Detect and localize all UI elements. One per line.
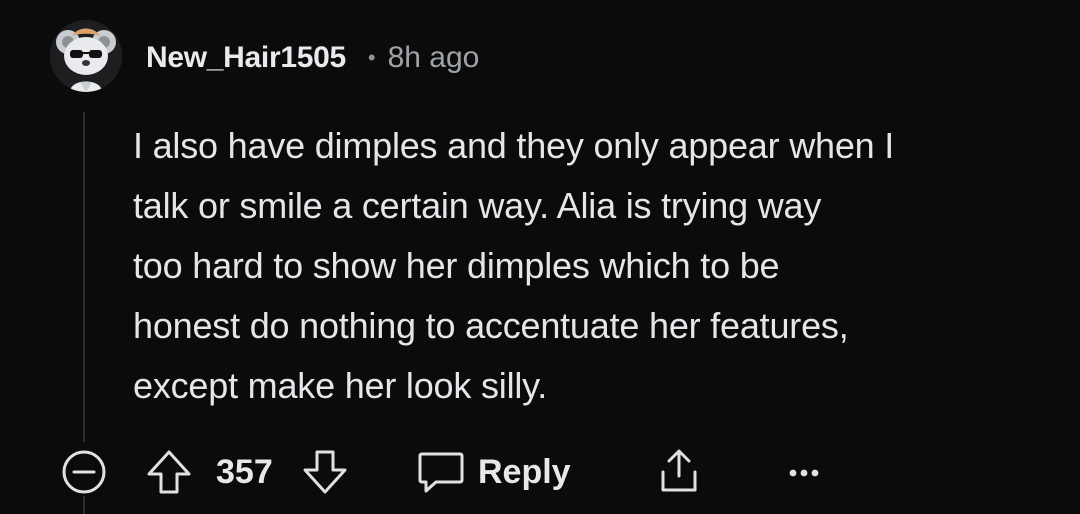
meta-separator: • (367, 45, 376, 70)
avatar[interactable] (50, 20, 122, 92)
share-icon (661, 449, 697, 492)
comment-body: I also have dimples and they only appear… (133, 116, 1053, 416)
avatar-snoo-icon (50, 20, 122, 92)
upvote-button[interactable] (144, 446, 194, 498)
collapse-button[interactable] (58, 446, 110, 498)
vote-count-wrap: 357 (216, 446, 273, 498)
thread-line[interactable] (83, 112, 85, 442)
comment-body-line: too hard to show her dimples which to be (133, 245, 780, 286)
reply-button[interactable]: Reply (414, 446, 571, 498)
vote-count: 357 (216, 452, 273, 491)
more-dots-icon (789, 469, 819, 477)
comment-body-line: honest do nothing to accentuate her feat… (133, 305, 849, 346)
comment-body-line: except make her look silly. (133, 365, 548, 406)
speech-bubble-icon (418, 452, 464, 493)
collapse-minus-icon (62, 450, 106, 494)
author-username[interactable]: New_Hair1505 (146, 41, 346, 75)
thread-line-continuation (83, 496, 85, 514)
downvote-arrow-icon (303, 450, 347, 494)
comment-body-line: I also have dimples and they only appear… (133, 125, 895, 166)
share-button[interactable] (654, 446, 704, 498)
reply-label: Reply (478, 452, 571, 491)
comment-actions: 357 Reply (58, 446, 858, 498)
comment-header: New_Hair1505 • 8h ago (146, 38, 479, 78)
downvote-button[interactable] (300, 446, 350, 498)
upvote-arrow-icon (147, 450, 191, 494)
comment-timestamp: 8h ago (387, 41, 480, 74)
comment-body-line: talk or smile a certain way. Alia is try… (133, 185, 822, 226)
comment-card: New_Hair1505 • 8h ago I also have dimple… (0, 0, 1080, 514)
more-options-button[interactable] (782, 446, 826, 498)
